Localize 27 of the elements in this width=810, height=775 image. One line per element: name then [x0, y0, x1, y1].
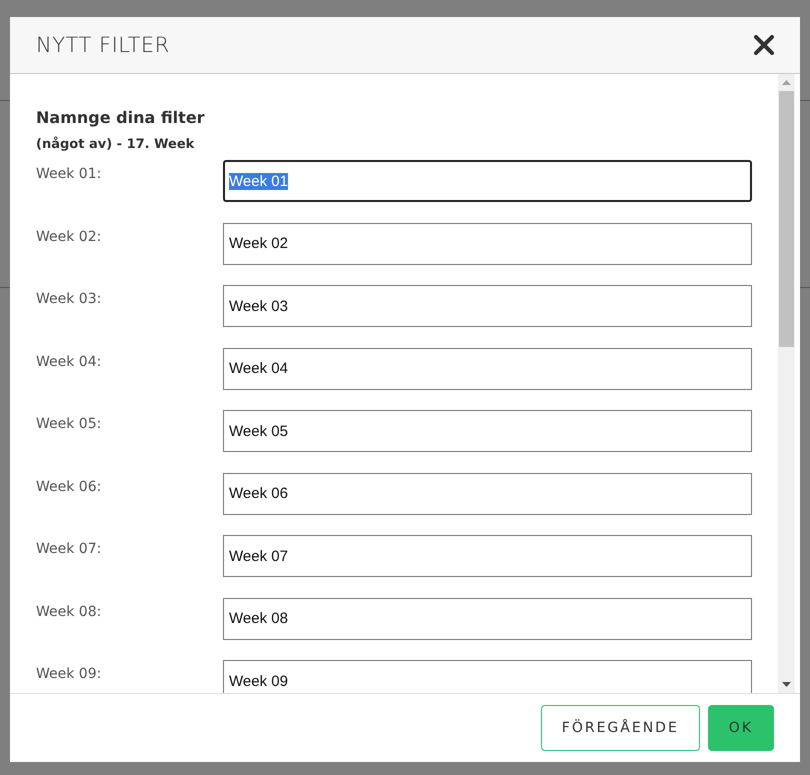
ok-button[interactable]: OK [708, 705, 774, 751]
field-label: Week 02: [36, 228, 102, 244]
close-button[interactable] [753, 34, 775, 56]
close-icon [753, 34, 775, 56]
field-label: Week 07: [36, 540, 102, 557]
scrollbar[interactable] [778, 74, 795, 693]
form-subheading: (något av) - 17. Week [36, 137, 196, 152]
dialog-title: NYTT FILTER [36, 33, 170, 57]
scrollbar-thumb[interactable] [779, 91, 794, 347]
input-field[interactable]: Week 02 [223, 222, 752, 264]
input-field[interactable]: Week 08 [223, 598, 752, 640]
input-field[interactable]: Week 07 [223, 535, 752, 577]
field-label: Week 08: [36, 602, 102, 620]
input-field[interactable]: Week 05 [223, 410, 752, 452]
input-field[interactable]: Week 06 [223, 472, 752, 514]
field-label: Week 09: [36, 665, 102, 682]
previous-button[interactable]: FÖREGÅENDE [540, 705, 700, 751]
input-field[interactable]: Week 09 [223, 660, 752, 693]
field-label: Week 06: [36, 478, 102, 494]
field-label: Week 03: [36, 290, 102, 307]
field-label: Week 01: [36, 165, 102, 182]
input-field[interactable]: Week 04 [223, 348, 752, 390]
form-heading: Namnge dina filter [36, 108, 206, 127]
input-field[interactable]: Week 03 [223, 285, 752, 327]
input-field[interactable]: Week 01 [223, 160, 752, 202]
field-label: Week 05: [36, 415, 102, 432]
field-label: Week 04: [36, 352, 102, 370]
